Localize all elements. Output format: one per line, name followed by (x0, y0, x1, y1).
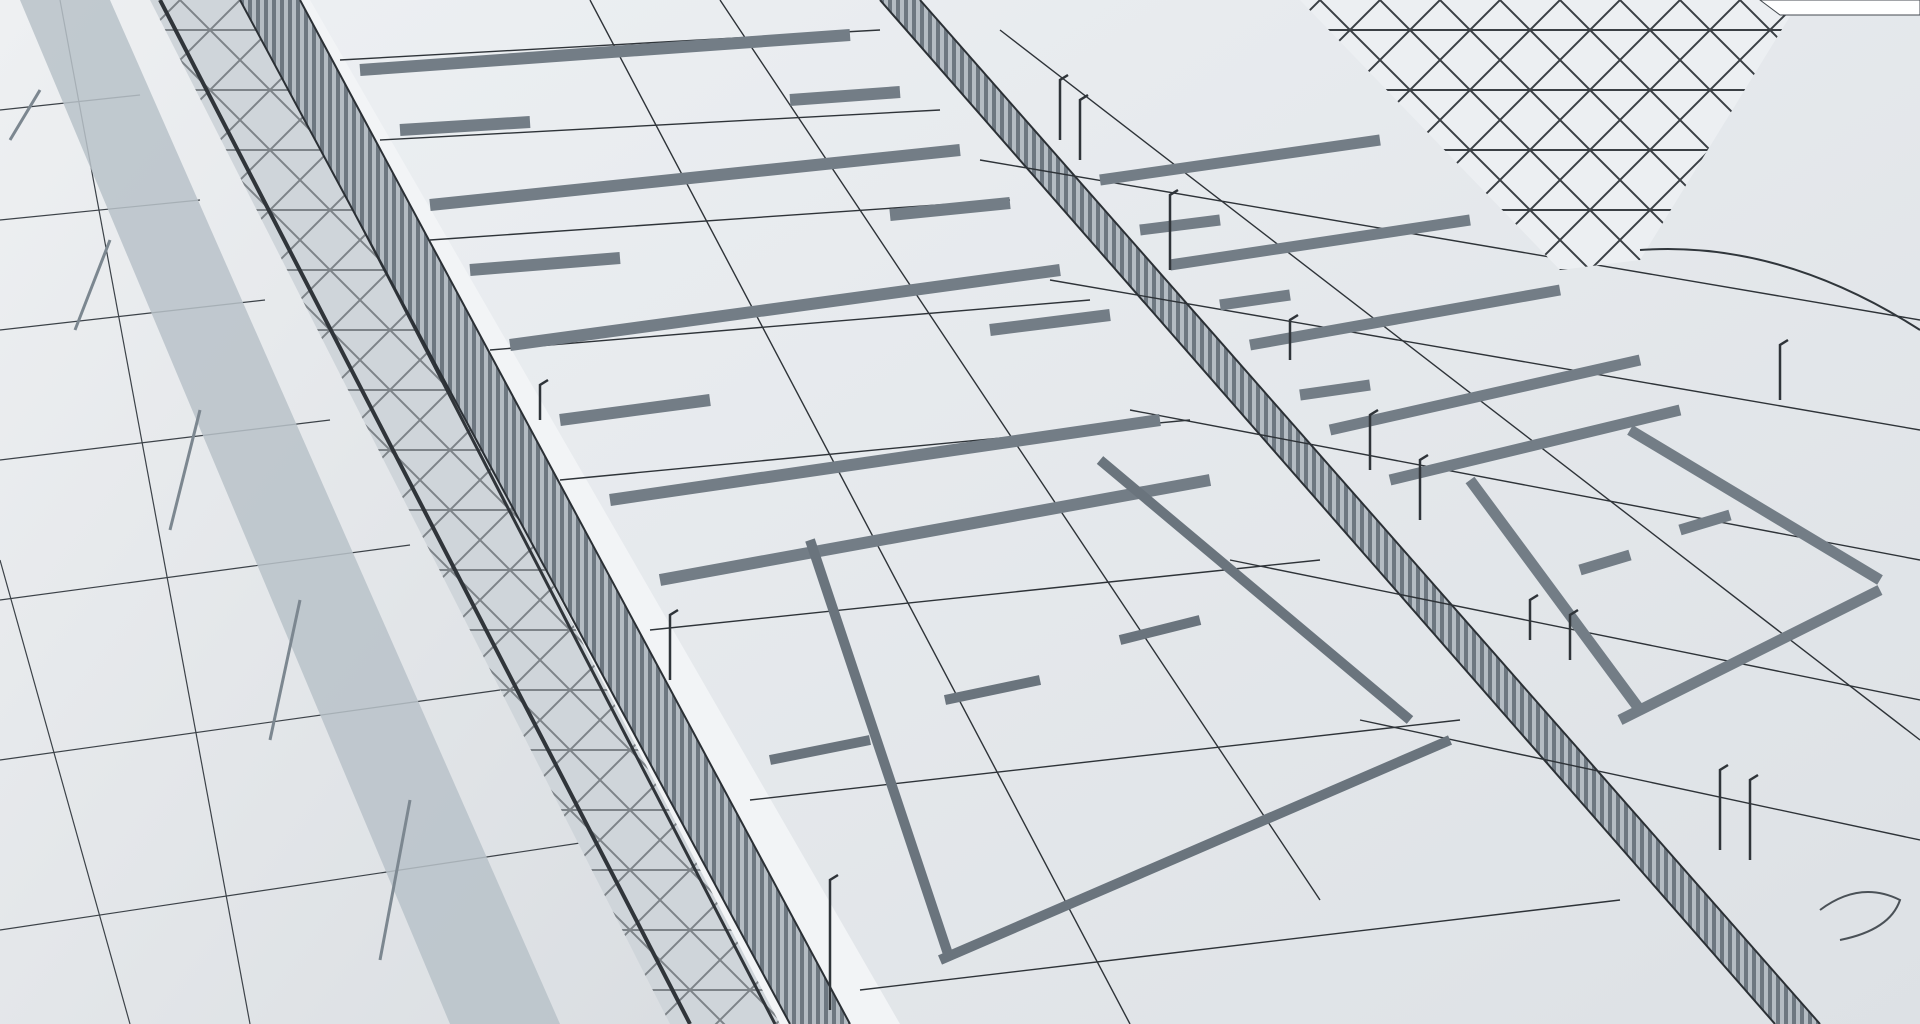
stadium-scene (0, 0, 1920, 1024)
